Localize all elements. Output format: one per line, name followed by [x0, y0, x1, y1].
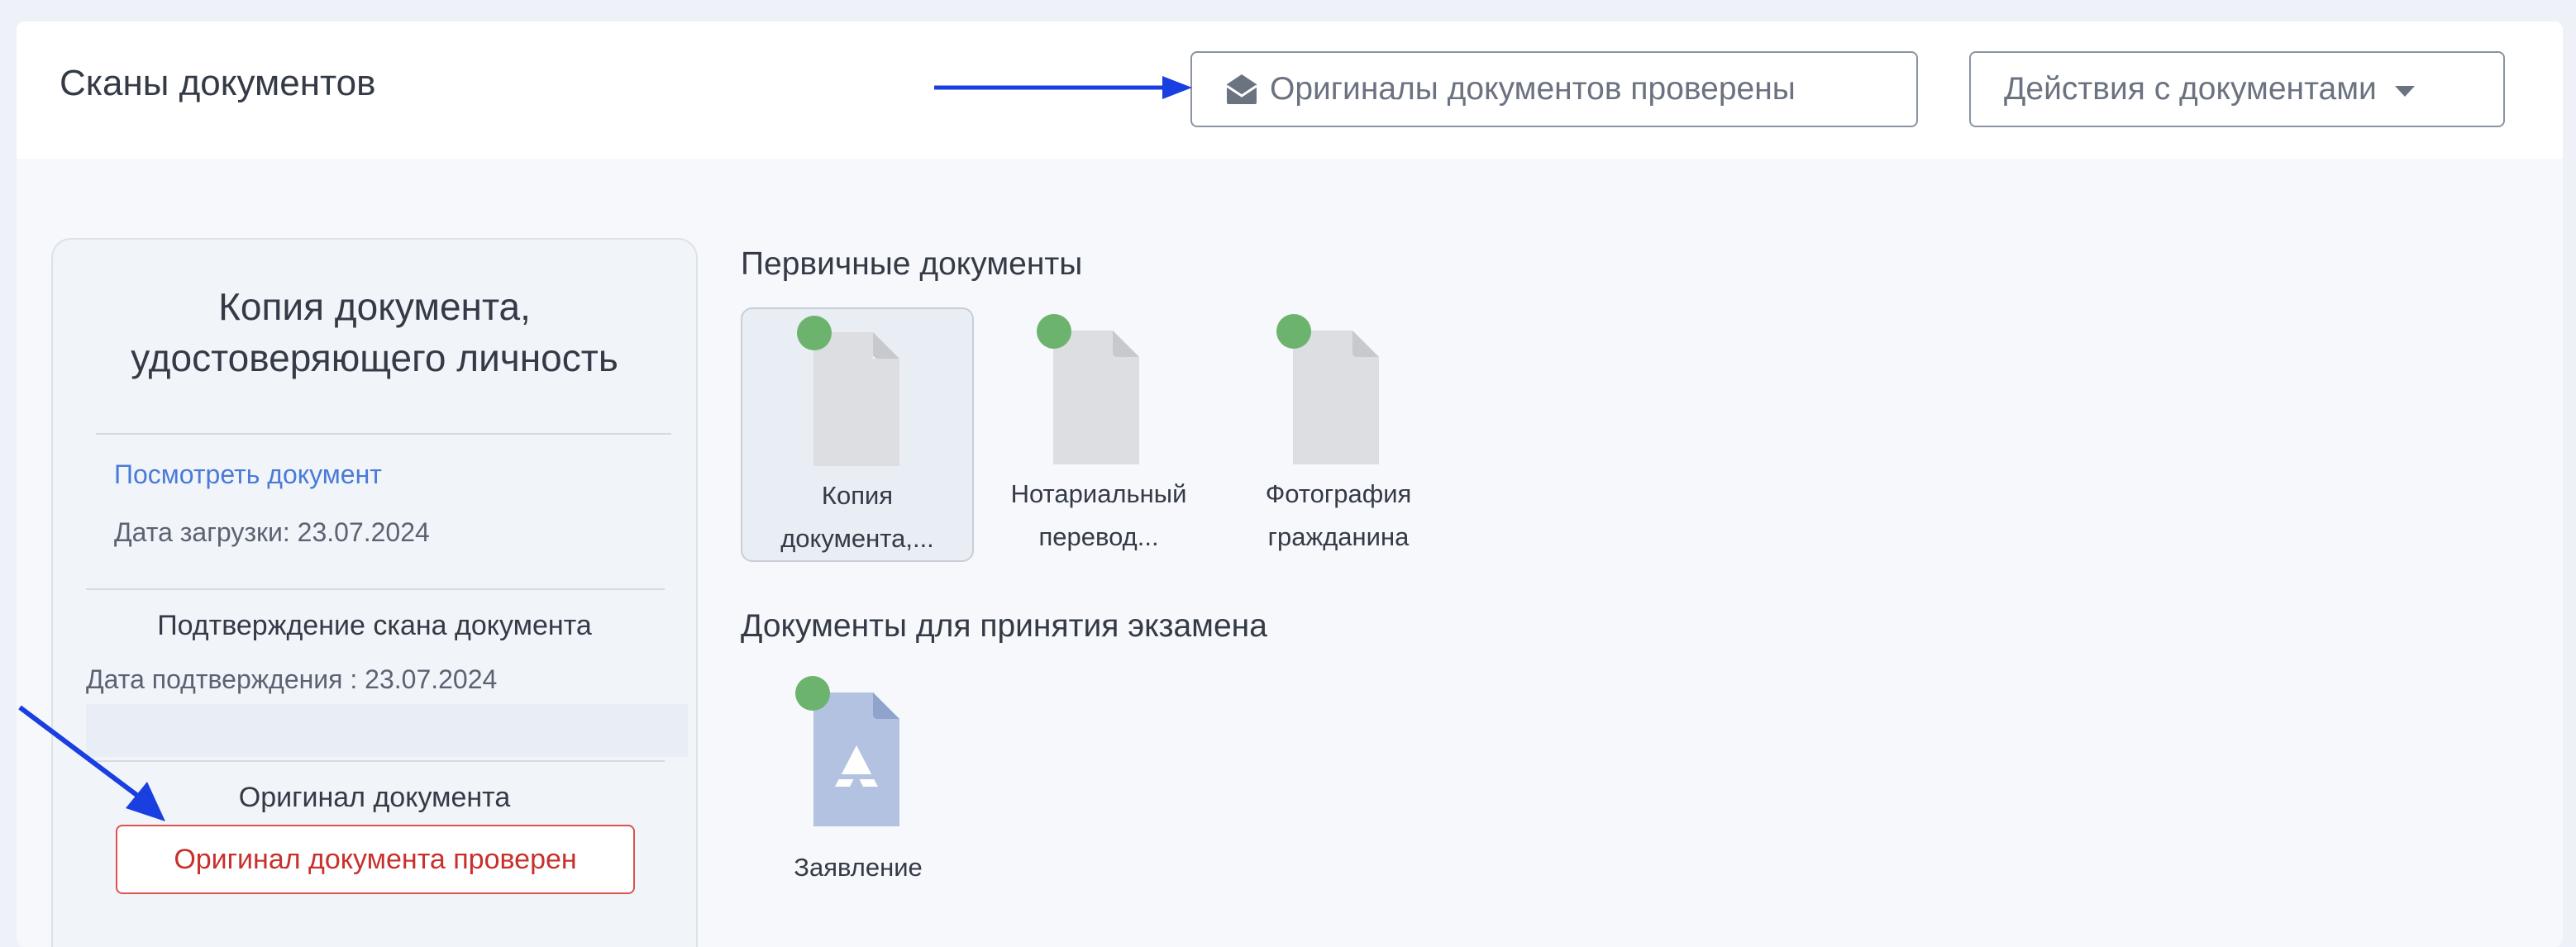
document-tile-label: Фотография гражданина	[1222, 473, 1455, 559]
document-tile-notary-translation[interactable]: Нотариальный перевод...	[982, 307, 1215, 562]
document-tile-label-line1: Нотариальный	[1010, 479, 1187, 508]
page-title: Сканы документов	[60, 63, 376, 103]
document-tile-label-line1: Копия	[821, 481, 894, 510]
documents-card: Сканы документов Оригиналы документов пр…	[17, 21, 2563, 947]
primary-documents-title: Первичные документы	[741, 246, 1083, 282]
document-tile-citizen-photo[interactable]: Фотография гражданина	[1222, 307, 1455, 562]
original-verified-button[interactable]: Оригинал документа проверен	[116, 825, 635, 894]
document-tile-label-line1: Фотография	[1265, 479, 1412, 508]
status-dot-icon	[1276, 314, 1311, 349]
document-tile-label: Копия документа,...	[742, 474, 972, 560]
file-icon	[813, 332, 899, 466]
envelope-open-icon	[1225, 73, 1258, 106]
exam-documents-title: Документы для принятия экзамена	[741, 608, 1267, 644]
file-icon	[1053, 331, 1139, 464]
chevron-down-icon	[2394, 85, 2415, 97]
document-tile-label-line2: гражданина	[1267, 522, 1410, 551]
file-pdf-icon	[813, 692, 899, 826]
divider	[96, 433, 671, 435]
status-dot-icon	[1037, 314, 1071, 349]
document-tile-label-line2: документа,...	[780, 524, 934, 553]
view-document-link[interactable]: Посмотреть документ	[114, 459, 382, 490]
card-header: Сканы документов Оригиналы документов пр…	[17, 21, 2563, 159]
upload-date: Дата загрузки: 23.07.2024	[114, 517, 430, 547]
document-detail-title-line1: Копия документа,	[218, 285, 531, 328]
divider	[86, 588, 665, 590]
row-highlight	[86, 704, 688, 757]
document-detail-title: Копия документа, удостоверяющего личност…	[53, 281, 696, 383]
original-document-heading: Оригинал документа	[238, 782, 511, 813]
document-tile-label-line2: перевод...	[1038, 522, 1159, 551]
document-detail-title-line2: удостоверяющего личность	[131, 336, 618, 379]
document-tile-application[interactable]: Заявление	[759, 669, 957, 924]
scan-confirmation-heading: Подтверждение скана документа	[157, 610, 592, 641]
divider	[96, 760, 665, 762]
confirmation-date: Дата подтверждения : 23.07.2024	[86, 664, 498, 694]
originals-verified-button[interactable]: Оригиналы документов проверены	[1190, 51, 1918, 127]
status-dot-icon	[797, 316, 832, 350]
file-icon	[1293, 331, 1379, 464]
document-actions-label: Действия с документами	[2004, 71, 2377, 107]
document-detail-panel: Копия документа, удостоверяющего личност…	[51, 238, 698, 947]
document-tile-label: Заявление	[794, 853, 923, 882]
document-actions-dropdown[interactable]: Действия с документами	[1969, 51, 2505, 127]
document-tile-label: Нотариальный перевод...	[982, 473, 1215, 559]
document-tile-id-copy[interactable]: Копия документа,...	[741, 307, 974, 562]
status-dot-icon	[795, 676, 830, 711]
originals-verified-label: Оригиналы документов проверены	[1270, 71, 1796, 107]
